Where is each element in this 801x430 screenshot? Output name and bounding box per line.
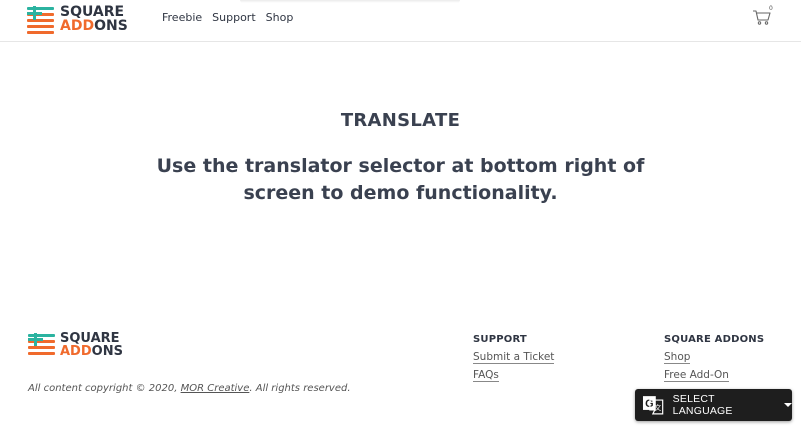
footer-shop-link[interactable]: Shop — [664, 351, 691, 364]
google-translate-icon: G 文 — [642, 396, 664, 415]
footer-logo[interactable]: SQUARE ADDONS — [28, 332, 123, 358]
footer-support-column: SUPPORT Submit a Ticket FAQs — [473, 334, 555, 387]
header-logo[interactable]: SQUARE ADDONS — [27, 4, 128, 34]
select-language-button[interactable]: G 文 SELECT LANGUAGE — [635, 389, 792, 421]
logo-line1: SQUARE — [60, 4, 125, 20]
footer-addons-heading: SQUARE ADDONS — [664, 334, 765, 345]
svg-text:文: 文 — [654, 403, 661, 412]
dropdown-shadow — [240, 0, 460, 3]
logo-line2: ADDONS — [60, 18, 128, 34]
nav-freebie[interactable]: Freebie — [162, 11, 202, 24]
mor-creative-link[interactable]: MOR Creative — [181, 383, 250, 394]
logo-mark-icon — [27, 6, 54, 34]
faqs-link[interactable]: FAQs — [473, 369, 499, 382]
caret-down-icon — [784, 403, 792, 407]
page-message: Use the translator selector at bottom ri… — [156, 155, 645, 204]
select-language-label: SELECT LANGUAGE — [672, 393, 733, 417]
copyright-text: All content copyright © 2020, MOR Creati… — [28, 383, 351, 394]
footer-support-heading: SUPPORT — [473, 334, 527, 345]
page-title: TRANSLATE — [340, 110, 461, 131]
logo-mark-icon — [28, 332, 55, 358]
nav-support[interactable]: Support — [212, 11, 255, 24]
footer-addons-column: SQUARE ADDONS Shop Free Add-On — [664, 334, 764, 387]
submit-ticket-link[interactable]: Submit a Ticket — [473, 351, 555, 364]
main-nav: Freebie Support Shop — [162, 11, 293, 24]
footer-logo-line2: ADDONS — [60, 344, 123, 359]
cart-count-badge: 0 — [769, 5, 773, 12]
nav-shop[interactable]: Shop — [266, 11, 294, 24]
free-addon-link[interactable]: Free Add-On — [664, 369, 729, 382]
site-header: SQUARE ADDONS Freebie Support Shop 0 — [0, 0, 801, 42]
